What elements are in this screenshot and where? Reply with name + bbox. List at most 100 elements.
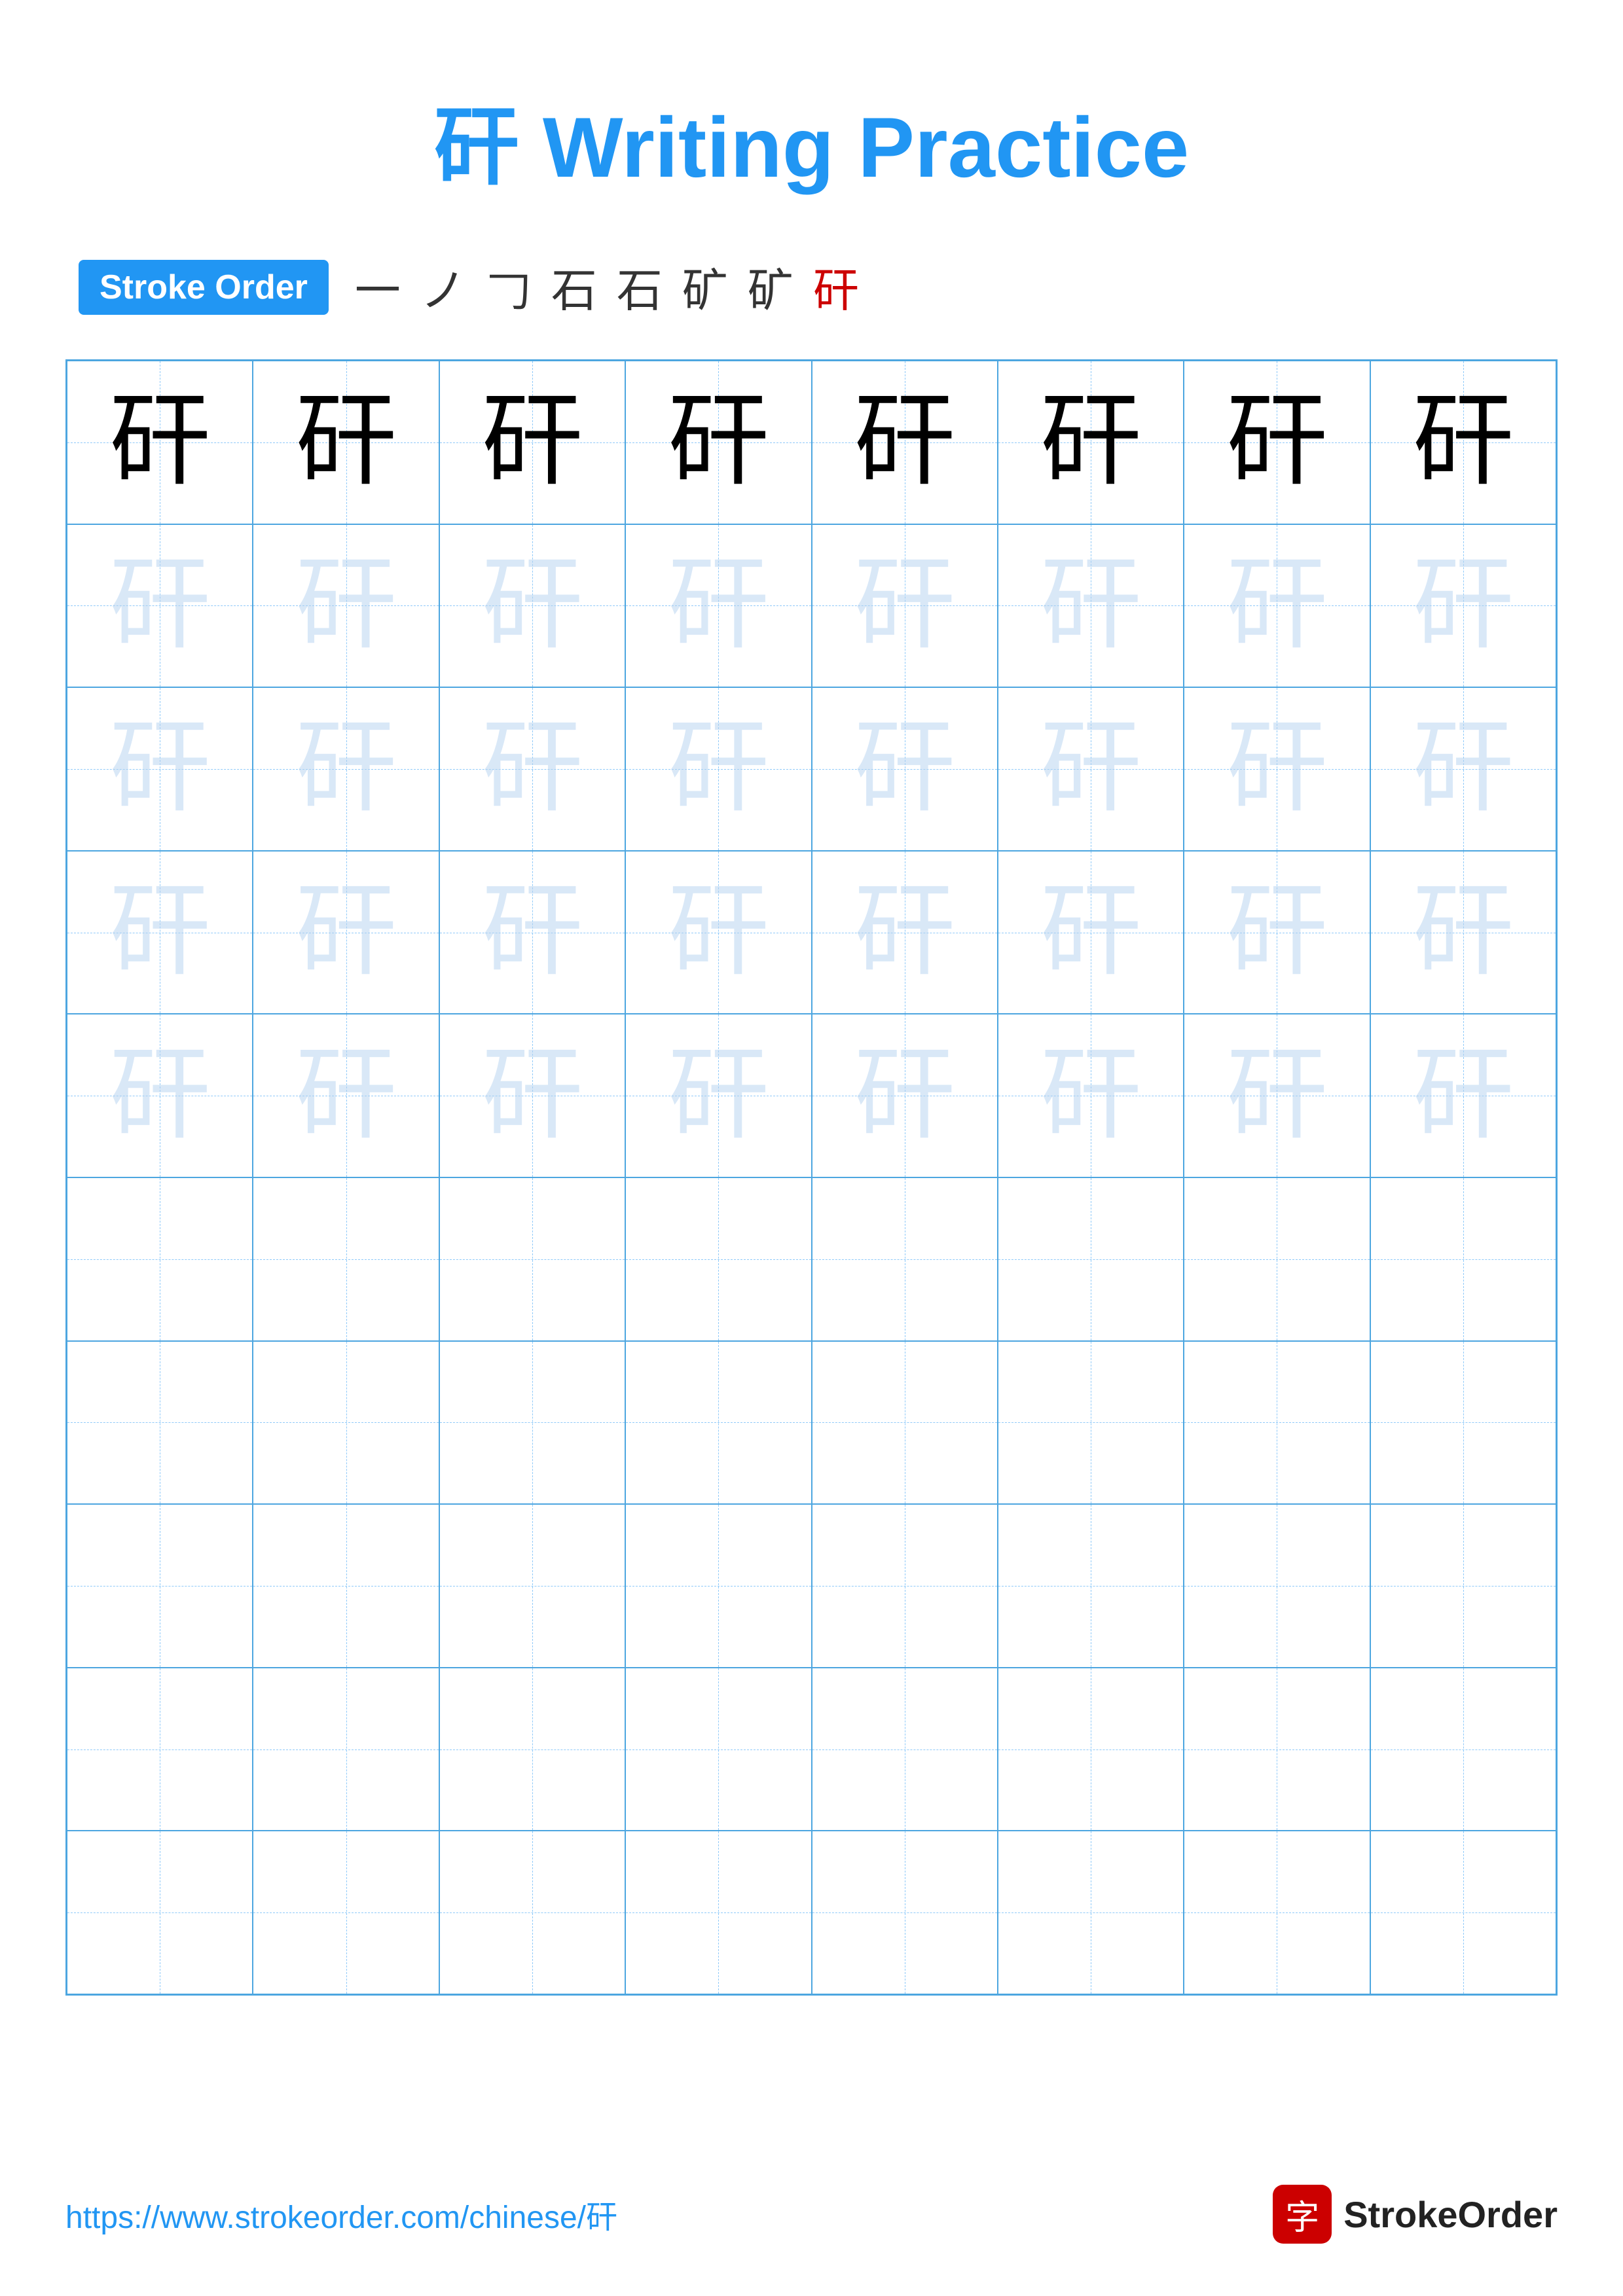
practice-char: 矸 — [109, 555, 211, 656]
grid-cell[interactable] — [439, 1668, 625, 1831]
practice-char: 矸 — [1412, 718, 1514, 819]
grid-cell[interactable]: 矸 — [1184, 687, 1370, 851]
grid-cell[interactable]: 矸 — [812, 851, 998, 1014]
practice-char: 矸 — [668, 555, 769, 656]
grid-cell[interactable] — [625, 1341, 811, 1505]
grid-cell[interactable]: 矸 — [625, 1014, 811, 1177]
grid-cell[interactable]: 矸 — [625, 361, 811, 524]
grid-cell[interactable]: 矸 — [439, 851, 625, 1014]
practice-char: 矸 — [1040, 391, 1142, 493]
grid-cell[interactable] — [67, 1177, 253, 1341]
grid-cell[interactable] — [1184, 1668, 1370, 1831]
stroke-order-badge: Stroke Order — [79, 260, 329, 315]
grid-cell[interactable] — [439, 1831, 625, 1994]
grid-cell[interactable] — [625, 1504, 811, 1668]
grid-cell[interactable]: 矸 — [625, 524, 811, 688]
brand-name: StrokeOrder — [1343, 2193, 1558, 2236]
grid-cell[interactable]: 矸 — [1184, 851, 1370, 1014]
grid-cell[interactable] — [67, 1504, 253, 1668]
grid-cell[interactable] — [439, 1177, 625, 1341]
grid-cell[interactable] — [998, 1177, 1184, 1341]
grid-cell[interactable]: 矸 — [1370, 361, 1556, 524]
grid-cell[interactable]: 矸 — [1370, 524, 1556, 688]
grid-cell[interactable]: 矸 — [67, 687, 253, 851]
grid-cell[interactable]: 矸 — [812, 1014, 998, 1177]
grid-cell[interactable]: 矸 — [998, 524, 1184, 688]
grid-cell[interactable]: 矸 — [1184, 524, 1370, 688]
grid-cell[interactable]: 矸 — [253, 687, 439, 851]
grid-cell[interactable]: 矸 — [625, 687, 811, 851]
grid-cell[interactable] — [1184, 1831, 1370, 1994]
grid-cell[interactable]: 矸 — [1370, 687, 1556, 851]
stroke-sequence: 一 ノ 𠃌 石 石 矿 矿 矸 — [355, 254, 859, 320]
stroke-4: 石 — [551, 254, 597, 320]
grid-cell[interactable]: 矸 — [1184, 361, 1370, 524]
grid-cell[interactable]: 矸 — [253, 524, 439, 688]
grid-cell[interactable] — [1370, 1831, 1556, 1994]
footer-brand: 字 StrokeOrder — [1273, 2185, 1558, 2244]
stroke-8-final: 矸 — [813, 254, 859, 320]
grid-cell[interactable]: 矸 — [998, 851, 1184, 1014]
grid-cell[interactable] — [67, 1341, 253, 1505]
grid-cell[interactable]: 矸 — [812, 687, 998, 851]
grid-cell[interactable]: 矸 — [998, 687, 1184, 851]
grid-cell[interactable] — [439, 1341, 625, 1505]
grid-cell[interactable]: 矸 — [625, 851, 811, 1014]
footer-url[interactable]: https://www.strokeorder.com/chinese/矸 — [65, 2191, 617, 2237]
grid-cell[interactable] — [1370, 1341, 1556, 1505]
grid-cell[interactable]: 矸 — [998, 1014, 1184, 1177]
grid-cell[interactable]: 矸 — [1184, 1014, 1370, 1177]
grid-cell[interactable] — [253, 1341, 439, 1505]
stroke-5: 石 — [617, 254, 663, 320]
grid-cell[interactable]: 矸 — [67, 1014, 253, 1177]
grid-cell[interactable] — [1370, 1177, 1556, 1341]
grid-cell[interactable] — [253, 1831, 439, 1994]
grid-cell[interactable]: 矸 — [253, 1014, 439, 1177]
grid-cell[interactable] — [1184, 1177, 1370, 1341]
practice-char: 矸 — [295, 1045, 397, 1147]
grid-cell[interactable]: 矸 — [67, 524, 253, 688]
grid-cell[interactable]: 矸 — [253, 851, 439, 1014]
grid-cell[interactable]: 矸 — [439, 1014, 625, 1177]
grid-cell[interactable] — [67, 1831, 253, 1994]
grid-cell[interactable]: 矸 — [812, 524, 998, 688]
grid-cell[interactable]: 矸 — [439, 524, 625, 688]
grid-cell[interactable]: 矸 — [439, 361, 625, 524]
grid-cell[interactable] — [812, 1341, 998, 1505]
practice-char: 矸 — [668, 391, 769, 493]
grid-cell[interactable] — [253, 1504, 439, 1668]
grid-cell[interactable] — [812, 1831, 998, 1994]
grid-cell[interactable] — [998, 1341, 1184, 1505]
grid-cell[interactable]: 矸 — [812, 361, 998, 524]
practice-char: 矸 — [854, 882, 955, 983]
grid-cell[interactable] — [812, 1504, 998, 1668]
grid-cell[interactable] — [67, 1668, 253, 1831]
grid-cell[interactable] — [439, 1504, 625, 1668]
grid-cell[interactable] — [998, 1504, 1184, 1668]
practice-char: 矸 — [1412, 1045, 1514, 1147]
grid-cell[interactable] — [253, 1668, 439, 1831]
grid-cell[interactable] — [1184, 1341, 1370, 1505]
grid-cell[interactable]: 矸 — [998, 361, 1184, 524]
grid-cell[interactable]: 矸 — [439, 687, 625, 851]
grid-cell[interactable] — [998, 1831, 1184, 1994]
grid-cell[interactable] — [253, 1177, 439, 1341]
practice-char: 矸 — [1226, 882, 1328, 983]
grid-cell[interactable] — [1370, 1504, 1556, 1668]
grid-cell[interactable]: 矸 — [1370, 1014, 1556, 1177]
grid-cell[interactable] — [625, 1177, 811, 1341]
grid-cell[interactable] — [812, 1668, 998, 1831]
grid-cell[interactable] — [1370, 1668, 1556, 1831]
grid-cell[interactable]: 矸 — [1370, 851, 1556, 1014]
practice-char: 矸 — [481, 882, 583, 983]
grid-cell[interactable] — [1184, 1504, 1370, 1668]
grid-cell[interactable]: 矸 — [67, 851, 253, 1014]
grid-cell[interactable] — [812, 1177, 998, 1341]
grid-cell[interactable] — [625, 1668, 811, 1831]
grid-cell[interactable]: 矸 — [67, 361, 253, 524]
grid-cell[interactable] — [625, 1831, 811, 1994]
practice-char: 矸 — [109, 1045, 211, 1147]
grid-cell[interactable] — [998, 1668, 1184, 1831]
practice-char: 矸 — [668, 882, 769, 983]
grid-cell[interactable]: 矸 — [253, 361, 439, 524]
